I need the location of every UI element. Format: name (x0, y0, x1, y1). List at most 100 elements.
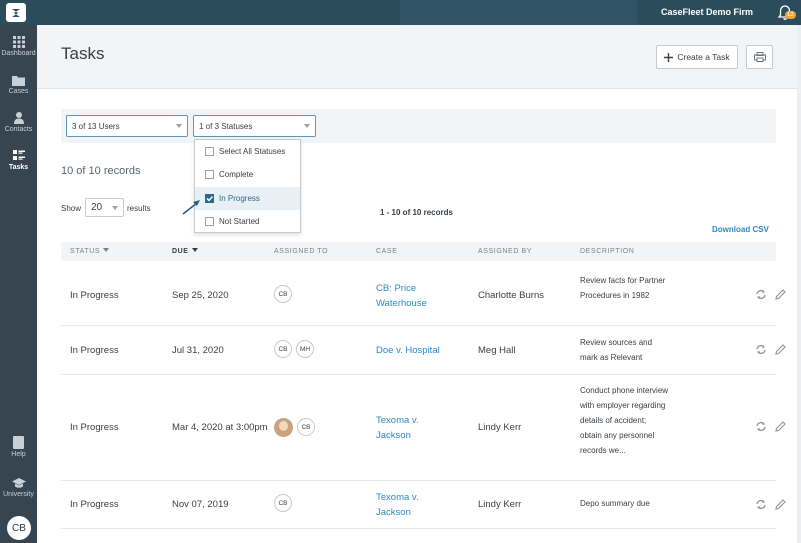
case-link[interactable]: CB: Price Waterhouse (376, 281, 456, 311)
sidebar-item-cases[interactable]: Cases (0, 75, 37, 95)
sidebar-item-help[interactable]: Help (0, 436, 37, 458)
due-column-header[interactable]: DUE (172, 248, 198, 255)
case-column-header: CASE (376, 248, 398, 255)
assigned-by-cell: Meg Hall (478, 345, 516, 356)
status-filter-select[interactable]: 1 of 3 Statuses (193, 115, 316, 137)
status-filter-value: 1 of 3 Statuses (199, 122, 253, 131)
assigned-by-cell: Lindy Kerr (478, 499, 522, 510)
row-actions (755, 499, 786, 510)
chevron-down-icon (176, 124, 182, 128)
due-cell: Jul 31, 2020 (172, 345, 224, 356)
assigned-to-cell: CB (274, 285, 292, 303)
download-csv-link[interactable]: Download CSV (712, 225, 769, 234)
status-option-not-started[interactable]: Not Started (195, 210, 300, 233)
edit-pencil-icon[interactable] (775, 344, 786, 355)
checkbox[interactable] (205, 170, 214, 179)
status-cell: In Progress (70, 345, 119, 356)
status-cell: In Progress (70, 422, 119, 433)
table-row[interactable]: In Progress Jul 31, 2020 CB MH Doe v. Ho… (61, 326, 786, 375)
edit-pencil-icon[interactable] (775, 289, 786, 300)
checkmark-icon (206, 196, 214, 202)
table-header: STATUS DUE ASSIGNED TO CASE ASSIGNED BY … (61, 242, 776, 261)
folder-icon (12, 76, 25, 86)
checkbox[interactable] (205, 147, 214, 156)
annotation-arrow-icon (182, 200, 200, 215)
grid-icon (12, 36, 25, 48)
page-size-select[interactable]: 20 (85, 198, 124, 217)
print-icon (753, 52, 766, 62)
status-option-in-progress[interactable]: In Progress (195, 187, 300, 210)
create-task-button[interactable]: Create a Task (656, 45, 738, 69)
sidebar-item-university[interactable]: University (0, 478, 37, 498)
checkbox-checked[interactable] (205, 194, 214, 203)
edit-pencil-icon[interactable] (775, 499, 786, 510)
status-option-complete[interactable]: Complete (195, 163, 300, 186)
case-link[interactable]: Doe v. Hospital (376, 343, 466, 358)
sidebar-item-label: Dashboard (1, 50, 36, 57)
description-column-header: DESCRIPTION (580, 248, 635, 255)
print-button[interactable] (746, 45, 773, 69)
sidebar-item-tasks[interactable]: Tasks (0, 150, 37, 171)
row-actions (755, 344, 786, 355)
recurring-icon[interactable] (755, 421, 767, 432)
table-row[interactable]: In Progress Nov 07, 2019 CB Texoma v. Ja… (61, 481, 786, 529)
status-option-label: Not Started (219, 217, 260, 226)
sidebar-item-label: Tasks (8, 164, 29, 171)
due-cell: Sep 25, 2020 (172, 290, 229, 301)
avatar[interactable]: CB (274, 494, 292, 512)
avatar[interactable]: MH (296, 340, 314, 358)
plus-icon (664, 52, 674, 62)
due-cell: Nov 07, 2019 (172, 499, 229, 510)
top-bar-search-area[interactable] (400, 0, 637, 25)
sidebar-item-label: University (3, 491, 34, 498)
status-filter-dropdown: Select All Statuses Complete In Progress… (194, 139, 301, 233)
description-cell: Conduct phone interview with employer re… (580, 386, 669, 455)
user-avatar[interactable]: CB (7, 516, 31, 540)
page-header: Tasks Create a Task (37, 25, 801, 89)
page-scrollbar[interactable] (797, 25, 801, 543)
status-option-label: In Progress (219, 194, 260, 203)
sidebar-item-contacts[interactable]: Contacts (0, 112, 37, 133)
avatar[interactable]: CB (274, 340, 292, 358)
table-row[interactable]: In Progress Sep 25, 2020 CB CB: Price Wa… (61, 261, 786, 326)
create-task-label: Create a Task (677, 52, 730, 62)
sidebar-item-label: Help (11, 451, 26, 458)
task-list-icon (12, 150, 25, 160)
assigned-by-cell: Charlotte Burns (478, 290, 545, 301)
sidebar-item-label: Cases (8, 88, 29, 95)
avatar[interactable]: CB (297, 418, 315, 436)
description-cell: Review facts for Partner Procedures in 1… (580, 276, 666, 300)
case-link[interactable]: Texoma v. Jackson (376, 490, 446, 520)
page-size-value: 20 (91, 202, 103, 213)
results-label: results (127, 204, 151, 213)
row-actions (755, 289, 786, 300)
assigned-to-cell: CB MH (274, 340, 314, 358)
casefleet-logo-icon[interactable] (6, 3, 26, 22)
users-filter-value: 3 of 13 Users (72, 122, 120, 131)
page-title: Tasks (61, 44, 105, 63)
assigned-to-cell: CB (274, 418, 315, 437)
avatar-photo[interactable] (274, 418, 293, 437)
sidebar-item-dashboard[interactable]: Dashboard (0, 36, 37, 57)
avatar[interactable]: CB (274, 285, 292, 303)
table-row[interactable]: In Progress Mar 4, 2020 at 3:00pm CB Tex… (61, 375, 786, 481)
case-link[interactable]: Texoma v. Jackson (376, 413, 446, 443)
checkbox[interactable] (205, 217, 214, 226)
assigned-by-cell: Lindy Kerr (478, 422, 522, 433)
description-cell: Depo summary due (580, 499, 650, 508)
graduation-cap-icon (11, 478, 26, 488)
main-content: Tasks Create a Task 3 of 13 Users 1 of 3… (37, 25, 801, 543)
status-option-select-all[interactable]: Select All Statuses (195, 140, 300, 163)
recurring-icon[interactable] (755, 344, 767, 355)
help-book-icon (13, 436, 24, 449)
assigned-to-cell: CB (274, 494, 292, 512)
row-actions (755, 421, 786, 432)
status-column-header[interactable]: STATUS (70, 248, 110, 255)
person-icon (13, 112, 24, 124)
firm-name[interactable]: CaseFleet Demo Firm (661, 7, 753, 17)
users-filter-select[interactable]: 3 of 13 Users (66, 115, 188, 137)
recurring-icon[interactable] (755, 499, 767, 510)
due-cell: Mar 4, 2020 at 3:00pm (172, 422, 268, 433)
recurring-icon[interactable] (755, 289, 767, 300)
edit-pencil-icon[interactable] (775, 421, 786, 432)
